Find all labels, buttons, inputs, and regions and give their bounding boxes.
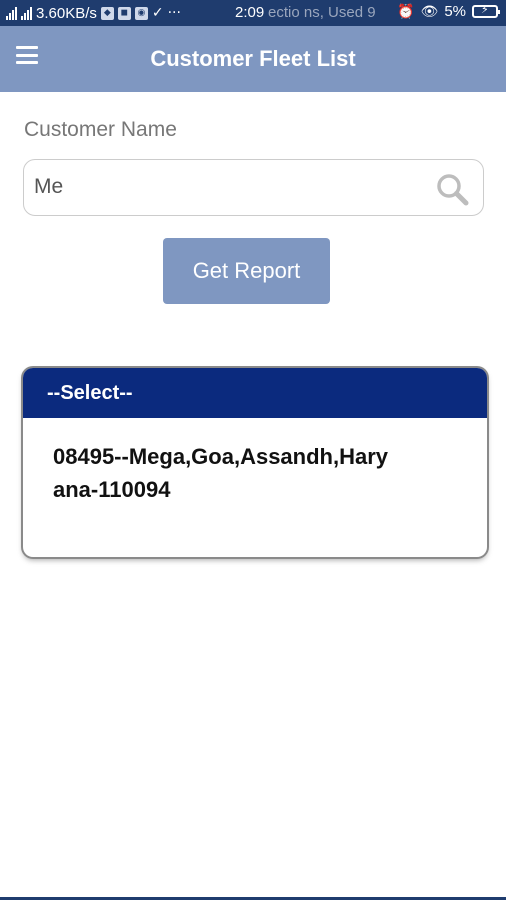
alarm-icon: ⏰ <box>397 3 415 20</box>
battery-icon: ⚡ <box>472 3 500 18</box>
app-notification-icon: ◉ <box>134 6 148 20</box>
app-header: Customer Fleet List <box>0 26 506 92</box>
battery-percent: 5% <box>444 3 466 20</box>
status-time: 2:09 <box>235 4 265 21</box>
get-report-button[interactable]: Get Report <box>163 238 330 304</box>
search-icon[interactable] <box>435 172 469 206</box>
status-notification-text: ectio ns, Used 9 <box>268 4 376 21</box>
eye-icon: 👁 <box>420 3 439 20</box>
status-bar: 3.60KB/s ◆ ◼ ◉ ✓ ··· 2:09 ectio ns, Used… <box>0 0 506 26</box>
more-icon: ··· <box>167 5 181 21</box>
customer-name-label: Customer Name <box>24 118 177 141</box>
page-title: Customer Fleet List <box>150 46 356 71</box>
select-option[interactable]: 08495--Mega,Goa,Assandh,Haryana-110094 <box>23 418 423 506</box>
status-left: 3.60KB/s ◆ ◼ ◉ ✓ ··· <box>6 5 181 22</box>
app-notification-icon: ◆ <box>100 6 114 20</box>
status-right: ⏰ 👁 5% ⚡ <box>397 3 500 20</box>
customer-select-dropdown[interactable]: --Select-- 08495--Mega,Goa,Assandh,Harya… <box>23 368 487 557</box>
check-icon: ✓ <box>151 5 164 21</box>
app-notification-icon: ◼ <box>117 6 131 20</box>
network-speed: 3.60KB/s <box>36 4 97 22</box>
select-header[interactable]: --Select-- <box>23 368 487 418</box>
signal-icon <box>6 6 17 20</box>
customer-search-box[interactable] <box>23 159 484 216</box>
signal-icon-2 <box>21 6 32 20</box>
customer-name-input[interactable] <box>34 160 424 214</box>
